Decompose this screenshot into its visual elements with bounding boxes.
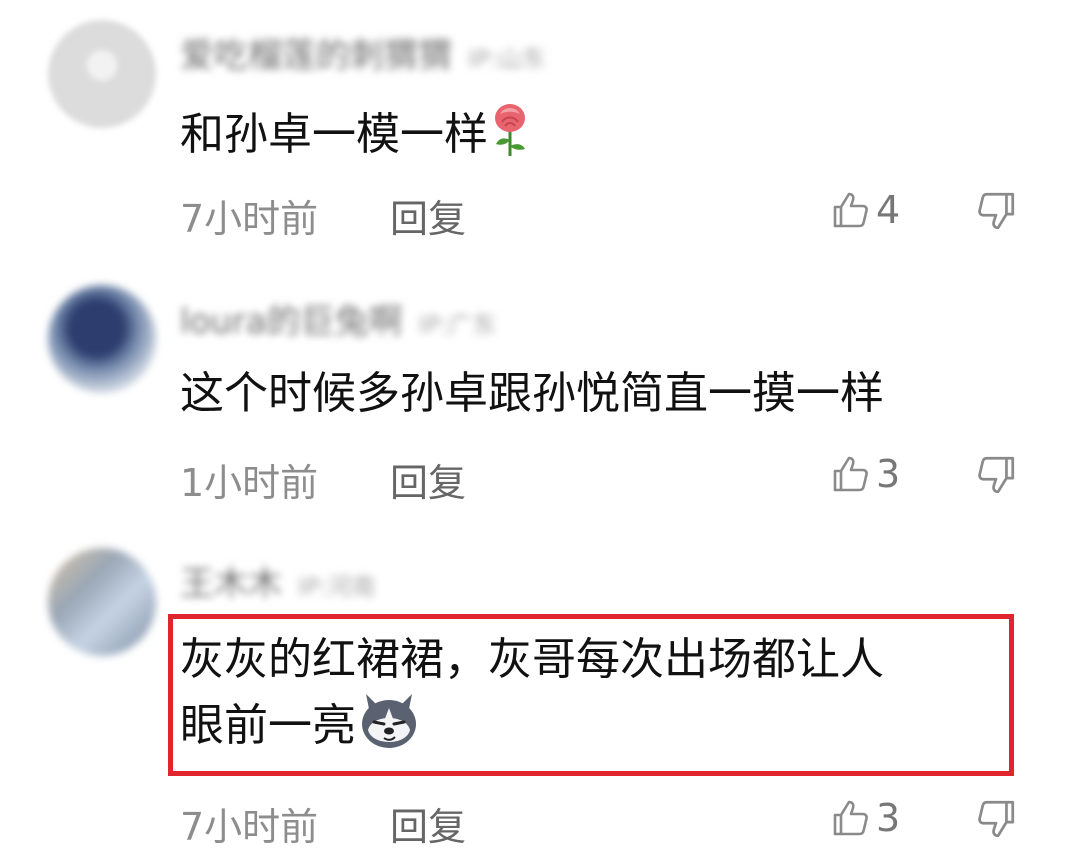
thumbs-down-icon <box>978 800 1015 838</box>
like-button[interactable]: 4 <box>830 188 900 232</box>
reply-button[interactable]: 回复 <box>390 452 466 507</box>
timestamp: 7小时前 <box>180 805 319 849</box>
ip-location: IP:山东 <box>468 45 546 73</box>
thumbs-up-icon <box>833 800 868 836</box>
ip-location: IP:广东 <box>418 311 497 339</box>
username-text: 王木木 <box>180 564 282 604</box>
avatar[interactable] <box>48 548 156 656</box>
comment-meta: 7小时前 回复 3 <box>180 796 1040 849</box>
dislike-button[interactable] <box>976 190 1018 241</box>
rose-emoji-icon <box>490 100 530 174</box>
username[interactable]: 王木木 IP:河南 <box>180 556 376 605</box>
thumbs-up-icon <box>833 456 868 492</box>
like-count: 3 <box>876 452 901 496</box>
comment-meta: 1小时前 回复 3 <box>180 452 1040 505</box>
avatar[interactable] <box>48 20 156 128</box>
comment-text: 这个时候多孙卓跟孙悦简直一摸一样 <box>180 368 884 419</box>
reply-button[interactable]: 回复 <box>390 796 466 851</box>
like-button[interactable]: 3 <box>830 796 900 840</box>
dislike-button[interactable] <box>976 798 1018 849</box>
username-text: loura的巨兔啊 <box>180 302 403 342</box>
ip-location: IP:河南 <box>298 573 376 601</box>
comment-text-line-1: 灰灰的红裙裙，灰哥每次出场都让人 <box>180 634 884 685</box>
reply-button[interactable]: 回复 <box>390 188 466 243</box>
dislike-button[interactable] <box>976 454 1018 505</box>
thumbs-down-icon <box>978 192 1015 230</box>
like-button[interactable]: 3 <box>830 452 900 496</box>
timestamp: 7小时前 <box>180 197 319 241</box>
comment-text: 灰灰的红裙裙，灰哥每次出场都让人 眼前一亮 <box>180 630 884 766</box>
username[interactable]: 爱吃榴莲的刺猬猬 IP:山东 <box>180 28 546 77</box>
thumbs-down-icon <box>978 456 1015 494</box>
thumbs-up-icon <box>833 192 868 228</box>
like-count: 3 <box>876 796 901 840</box>
comment-meta: 7小时前 回复 4 <box>180 188 1040 241</box>
comment-text: 和孙卓一模一样 <box>180 100 530 174</box>
like-count: 4 <box>876 188 901 232</box>
husky-emoji-icon <box>358 690 420 766</box>
comment-text-line-2: 眼前一亮 <box>180 690 884 766</box>
username[interactable]: loura的巨兔啊 IP:广东 <box>180 294 496 343</box>
username-text: 爱吃榴莲的刺猬猬 <box>180 36 452 76</box>
timestamp: 1小时前 <box>180 461 319 505</box>
avatar[interactable] <box>48 285 156 393</box>
